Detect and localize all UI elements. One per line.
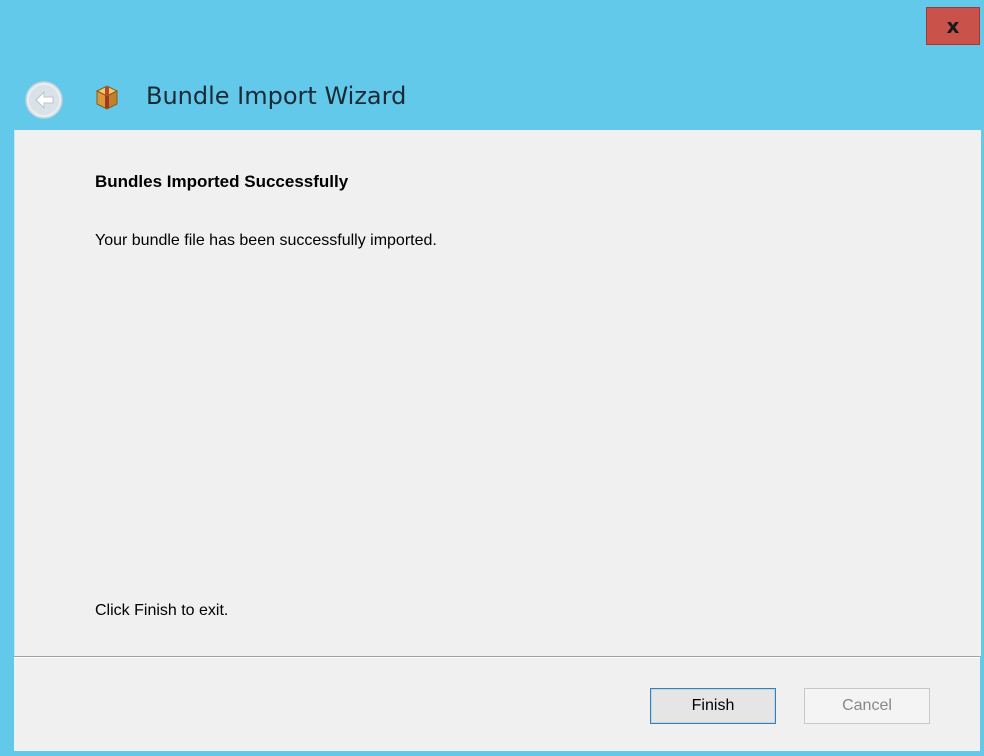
package-icon <box>92 82 122 112</box>
wizard-header: Bundle Import Wizard <box>0 68 984 130</box>
back-button[interactable] <box>24 80 64 120</box>
page-message: Your bundle file has been successfully i… <box>95 232 437 249</box>
finish-button[interactable]: Finish <box>650 688 776 724</box>
finish-instruction: Click Finish to exit. <box>95 602 229 619</box>
window-bottom-border <box>0 751 984 756</box>
wizard-title: Bundle Import Wizard <box>146 82 407 110</box>
wizard-footer: Finish Cancel <box>14 658 980 751</box>
page-heading: Bundles Imported Successfully <box>95 172 349 191</box>
cancel-button: Cancel <box>804 688 930 724</box>
wizard-content: Bundles Imported Successfully Your bundl… <box>14 130 981 656</box>
wizard-window: x Bundle Import Wizard Bundles Imported … <box>0 0 984 756</box>
back-arrow-icon <box>25 81 63 119</box>
close-button[interactable]: x <box>926 7 980 45</box>
close-icon: x <box>946 14 960 38</box>
